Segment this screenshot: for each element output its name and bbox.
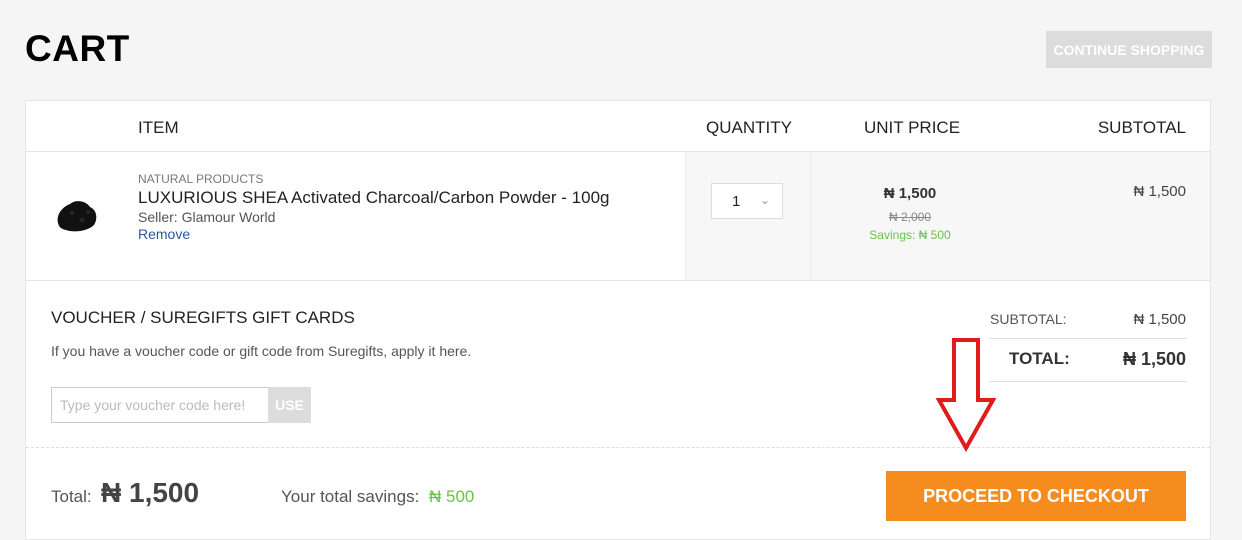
page-title: CART	[25, 28, 130, 69]
footer-savings-label: Your total savings:	[281, 487, 420, 506]
summary-subtotal-value: ₦ 1,500	[1133, 311, 1186, 328]
proceed-to-checkout-button[interactable]: PROCEED TO CHECKOUT	[886, 471, 1186, 521]
divider	[26, 447, 1210, 448]
footer-total-value: ₦ 1,500	[101, 477, 200, 508]
header-quantity: QUANTITY	[706, 118, 792, 137]
header-subtotal: SUBTOTAL	[1097, 118, 1186, 137]
header-unit-price: UNIT PRICE	[864, 118, 961, 137]
cart-panel: ITEM QUANTITY UNIT PRICE SUBTOTAL NATURA…	[25, 100, 1211, 540]
row-subtotal: ₦ 1,500	[1133, 183, 1186, 200]
product-seller: Seller: Glamour World	[138, 209, 276, 225]
use-voucher-button[interactable]: USE	[268, 387, 311, 423]
header-item: ITEM	[138, 118, 179, 137]
divider	[990, 338, 1186, 339]
quantity-select[interactable]: 1 ⌄	[711, 183, 783, 219]
chevron-down-icon: ⌄	[760, 193, 771, 207]
quantity-value: 1	[732, 192, 741, 210]
summary-total-value: ₦ 1,500	[1122, 349, 1186, 369]
unit-price: ₦ 1,500	[883, 185, 937, 202]
divider	[26, 280, 1210, 281]
product-image[interactable]	[52, 193, 100, 235]
footer-savings-value: ₦ 500	[429, 487, 475, 506]
summary-subtotal-label: SUBTOTAL:	[990, 311, 1067, 327]
subtotal-cell	[1011, 152, 1210, 280]
divider	[990, 381, 1186, 382]
footer-total-label: Total:	[51, 487, 92, 506]
old-price: ₦ 2,000	[888, 210, 932, 224]
arrow-down-icon	[936, 338, 996, 452]
product-name[interactable]: LUXURIOUS SHEA Activated Charcoal/Carbon…	[138, 188, 610, 208]
voucher-title: VOUCHER / SUREGIFTS GIFT CARDS	[51, 308, 355, 327]
summary-total-label: TOTAL:	[1009, 349, 1070, 368]
product-category: NATURAL PRODUCTS	[138, 172, 264, 186]
remove-link[interactable]: Remove	[138, 226, 190, 242]
voucher-code-input[interactable]	[51, 387, 269, 423]
continue-shopping-button[interactable]: CONTINUE SHOPPING	[1046, 31, 1212, 68]
voucher-description: If you have a voucher code or gift code …	[51, 343, 472, 359]
item-savings: Savings: ₦ 500	[869, 228, 951, 242]
